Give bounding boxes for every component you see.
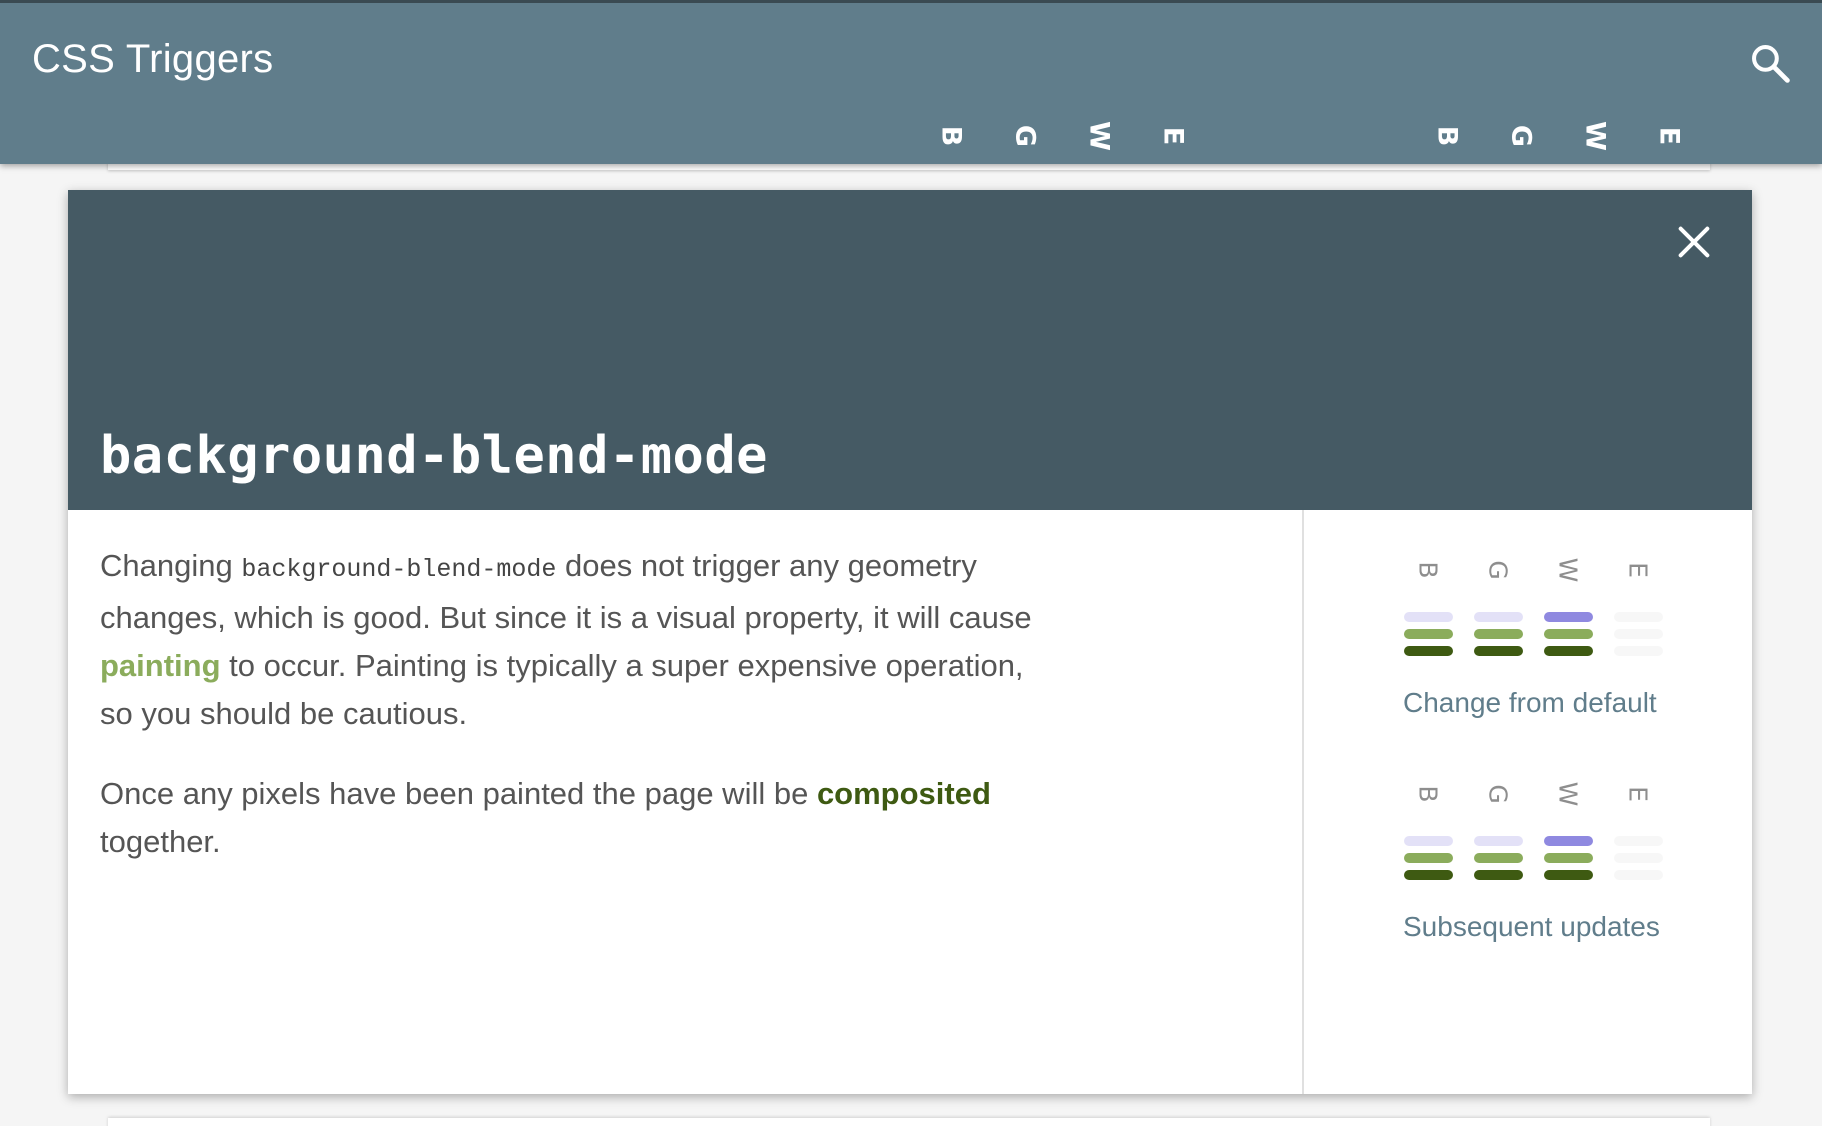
- composite-indicator: [1473, 646, 1523, 656]
- paint-indicator: [1543, 853, 1593, 863]
- header-engine-gecko[interactable]: G: [988, 119, 1062, 153]
- engine-edgehtml-label: E: [1623, 786, 1653, 802]
- trigger-bars: [1393, 612, 1693, 663]
- engine-gecko-label: G: [1483, 560, 1513, 580]
- layout-indicator: [1613, 836, 1663, 846]
- section-label: Change from default: [1403, 687, 1657, 718]
- property-title: background-blend-mode: [100, 426, 768, 486]
- header-engine-group: B G W E: [914, 119, 1210, 153]
- webkit-triggers: [1533, 612, 1603, 663]
- paint-indicator: [1543, 629, 1593, 639]
- section-label: Subsequent updates: [1403, 911, 1660, 942]
- search-icon[interactable]: [1748, 41, 1792, 85]
- gecko-triggers: [1463, 612, 1533, 663]
- composite-indicator: [1403, 870, 1453, 880]
- layout-indicator: [1473, 836, 1523, 846]
- engine-webkit-label: W: [1553, 781, 1583, 807]
- header-engine-webkit[interactable]: W: [1062, 119, 1136, 153]
- composite-indicator: [1403, 646, 1453, 656]
- composite-indicator: [1613, 870, 1663, 880]
- trigger-bars: [1393, 836, 1693, 887]
- edgehtml-triggers: [1603, 612, 1673, 663]
- paint-indicator: [1473, 853, 1523, 863]
- paint-indicator: [1613, 629, 1663, 639]
- dialog-header: background-blend-mode: [68, 190, 1752, 510]
- edgehtml-triggers: [1603, 836, 1673, 887]
- engine-letters: B G W E: [1393, 552, 1693, 588]
- header-engine-gecko[interactable]: G: [1484, 119, 1558, 153]
- property-description: Changing background-blend-mode does not …: [100, 542, 1040, 898]
- engine-blink-label: B: [1413, 561, 1443, 579]
- header-engine-blink[interactable]: B: [1410, 119, 1484, 153]
- description-paragraph: Changing background-blend-mode does not …: [100, 548, 1032, 731]
- header-engine-edgehtml[interactable]: E: [1136, 119, 1210, 153]
- app-header: CSS Triggers B G W E B G W E: [0, 0, 1822, 164]
- composite-indicator: [1613, 646, 1663, 656]
- header-engine-edgehtml[interactable]: E: [1632, 119, 1706, 153]
- paint-indicator: [1403, 853, 1453, 863]
- header-engine-group: B G W E: [1410, 119, 1706, 153]
- close-icon[interactable]: [1674, 222, 1714, 262]
- engine-blink-label: B: [1413, 785, 1443, 803]
- composite-indicator: [1543, 646, 1593, 656]
- layout-indicator: [1473, 612, 1523, 622]
- composite-indicator: [1543, 870, 1593, 880]
- layout-indicator: [1403, 612, 1453, 622]
- gecko-triggers: [1463, 836, 1533, 887]
- subsequent-updates-section: B G W E Subsequent updates: [1393, 776, 1693, 943]
- paint-indicator: [1473, 629, 1523, 639]
- app-title: CSS Triggers: [32, 37, 274, 81]
- webkit-triggers: [1533, 836, 1603, 887]
- engine-letters: B G W E: [1393, 776, 1693, 812]
- engine-gecko-label: G: [1483, 784, 1513, 804]
- paint-indicator: [1403, 629, 1453, 639]
- blink-triggers: [1393, 836, 1463, 887]
- layout-indicator: [1543, 836, 1593, 846]
- header-engine-blink[interactable]: B: [914, 119, 988, 153]
- description-paragraph: Once any pixels have been painted the pa…: [100, 776, 991, 859]
- property-detail-dialog: background-blend-mode Changing backgroun…: [68, 190, 1752, 1094]
- composited-link[interactable]: composited: [817, 776, 991, 811]
- engine-edgehtml-label: E: [1623, 562, 1653, 578]
- composite-indicator: [1473, 870, 1523, 880]
- blink-triggers: [1393, 612, 1463, 663]
- painting-link[interactable]: painting: [100, 648, 221, 683]
- header-engine-webkit[interactable]: W: [1558, 119, 1632, 153]
- dialog-body: Changing background-blend-mode does not …: [68, 510, 1752, 1094]
- layout-indicator: [1613, 612, 1663, 622]
- change-from-default-section: B G W E Change from default: [1393, 552, 1693, 719]
- paint-indicator: [1613, 853, 1663, 863]
- engine-webkit-label: W: [1553, 557, 1583, 583]
- divider: [1302, 510, 1304, 1094]
- inline-code: background-blend-mode: [241, 555, 557, 584]
- layout-indicator: [1543, 612, 1593, 622]
- layout-indicator: [1403, 836, 1453, 846]
- background-card: [108, 1118, 1710, 1126]
